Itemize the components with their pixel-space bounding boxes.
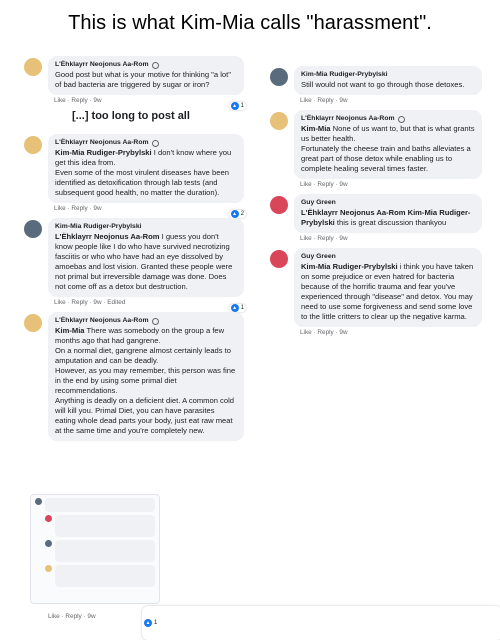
avatar bbox=[45, 515, 52, 522]
comment-text: Kim-Mia Rudiger-Prybylski i think you ha… bbox=[301, 262, 474, 321]
comment-text: Kim-Mia None of us want to, but that is … bbox=[301, 124, 475, 173]
mention-tag[interactable]: Kim-Mia bbox=[55, 326, 85, 335]
avatar[interactable] bbox=[270, 112, 288, 130]
avatar[interactable] bbox=[24, 136, 42, 154]
omitted-note: [...] too long to post all bbox=[72, 110, 190, 122]
avatar[interactable] bbox=[270, 250, 288, 268]
comment-actions[interactable]: Like · Reply · 9w bbox=[54, 97, 244, 104]
page-title: This is what Kim-Mia calls "harassment". bbox=[68, 12, 432, 34]
comment-actions[interactable]: Like · Reply · 9w bbox=[300, 329, 482, 336]
list-item bbox=[35, 498, 155, 512]
comment-actions[interactable]: Like · Reply · 9w bbox=[54, 205, 244, 212]
badge-icon bbox=[151, 61, 159, 69]
comment-author[interactable]: Kim-Mia Rudiger-Prybylski bbox=[55, 222, 237, 232]
like-icon: ▲ bbox=[230, 304, 239, 312]
avatar[interactable] bbox=[270, 196, 288, 214]
comment-author[interactable]: Kim-Mia Rudiger-Prybylski bbox=[301, 70, 475, 80]
comment-3: Kim-Mia Rudiger-Prybylski L'Ëhklayrr Neo… bbox=[24, 218, 246, 312]
comment-bubble: L'Ëhklayrr Neojonus Aa-Rom Kim-Mia There… bbox=[48, 312, 244, 441]
comment-bubble: Kim-Mia Rudiger-Prybylski L'Ëhklayrr Neo… bbox=[48, 218, 244, 297]
comment-1: L'Ëhklayrr Neojonus Aa-Rom Good post but… bbox=[24, 56, 246, 110]
avatar[interactable] bbox=[24, 314, 42, 332]
reaction-count[interactable]: ▲ 1 bbox=[228, 304, 246, 312]
comment-2: L'Ëhklayrr Neojonus Aa-Rom Kim-Mia Rudig… bbox=[24, 134, 246, 218]
comment-bubble: Kim-Mia Rudiger-Prybylski Still would no… bbox=[294, 66, 482, 95]
avatar[interactable] bbox=[24, 220, 42, 238]
comment-bubble: L'Ëhklayrr Neojonus Aa-Rom Kim-Mia None … bbox=[294, 110, 482, 179]
reaction-count[interactable]: ▲ 2 bbox=[228, 210, 246, 218]
avatar bbox=[45, 540, 52, 547]
reaction-count[interactable]: ▲ 1 bbox=[142, 606, 500, 640]
badge-icon bbox=[151, 139, 159, 147]
reply-4: Guy Green Kim-Mia Rudiger-Prybylski i th… bbox=[270, 248, 482, 336]
comment-actions[interactable]: Like · Reply · 9w bbox=[300, 97, 482, 104]
comment-text: Good post but what is your motive for th… bbox=[55, 70, 231, 89]
comment-actions[interactable]: Like · Reply · 9w bbox=[300, 235, 482, 242]
mention-tag[interactable]: L'Ëhklayrr Neojonus Aa-Rom bbox=[55, 232, 159, 241]
comment-text: Still would not want to go through those… bbox=[301, 80, 465, 89]
reply-2: L'Ëhklayrr Neojonus Aa-Rom Kim-Mia None … bbox=[270, 110, 482, 188]
comment-text: L'Ëhklayrr Neojonus Aa-Rom Kim-Mia Rudig… bbox=[301, 208, 471, 227]
comment-bubble: Guy Green Kim-Mia Rudiger-Prybylski i th… bbox=[294, 248, 482, 327]
right-column: Kim-Mia Rudiger-Prybylski Still would no… bbox=[270, 66, 482, 342]
reply-3: Guy Green L'Ëhklayrr Neojonus Aa-Rom Kim… bbox=[270, 194, 482, 242]
avatar[interactable] bbox=[270, 68, 288, 86]
comment-text: L'Ëhklayrr Neojonus Aa-Rom I guess you d… bbox=[55, 232, 233, 291]
mini-bubble bbox=[55, 565, 155, 587]
comment-actions[interactable]: Like · Reply · 9w bbox=[300, 181, 482, 188]
comment-bubble: Guy Green L'Ëhklayrr Neojonus Aa-Rom Kim… bbox=[294, 194, 482, 233]
comment-text: Kim-Mia There was somebody on the group … bbox=[55, 326, 236, 435]
mention-tag[interactable]: Kim-Mia Rudiger-Prybylski bbox=[301, 262, 398, 271]
comment-author[interactable]: Guy Green bbox=[301, 198, 475, 208]
comment-author[interactable]: L'Ëhklayrr Neojonus Aa-Rom bbox=[55, 316, 237, 326]
comment-bubble: L'Ëhklayrr Neojonus Aa-Rom Kim-Mia Rudig… bbox=[48, 134, 244, 203]
mini-bubble bbox=[55, 515, 155, 537]
like-icon: ▲ bbox=[230, 210, 239, 218]
like-icon: ▲ bbox=[230, 102, 239, 110]
list-item bbox=[45, 540, 155, 562]
comment-actions[interactable]: Like · Reply · 9w bbox=[48, 613, 96, 620]
comment-author[interactable]: Guy Green bbox=[301, 252, 475, 262]
mini-bubble bbox=[55, 540, 155, 562]
badge-icon bbox=[397, 115, 405, 123]
reply-1: Kim-Mia Rudiger-Prybylski Still would no… bbox=[270, 66, 482, 104]
mention-tag[interactable]: Kim-Mia bbox=[301, 124, 331, 133]
comment-author[interactable]: L'Ëhklayrr Neojonus Aa-Rom bbox=[55, 138, 237, 148]
mention-tag[interactable]: Kim-Mia Rudiger-Prybylski bbox=[55, 148, 152, 157]
comment-author[interactable]: L'Ëhklayrr Neojonus Aa-Rom bbox=[55, 60, 237, 70]
avatar bbox=[35, 498, 42, 505]
badge-icon bbox=[151, 317, 159, 325]
left-column: L'Ëhklayrr Neojonus Aa-Rom Good post but… bbox=[24, 56, 246, 447]
list-item bbox=[45, 565, 155, 587]
list-item bbox=[45, 515, 155, 537]
reaction-count[interactable]: ▲ 1 bbox=[228, 102, 246, 110]
comment-author[interactable]: L'Ëhklayrr Neojonus Aa-Rom bbox=[301, 114, 475, 124]
comment-bubble: L'Ëhklayrr Neojonus Aa-Rom Good post but… bbox=[48, 56, 244, 95]
avatar[interactable] bbox=[24, 58, 42, 76]
mini-bubble bbox=[45, 498, 155, 512]
comment-text: Kim-Mia Rudiger-Prybylski I don't know w… bbox=[55, 148, 232, 197]
comment-4: L'Ëhklayrr Neojonus Aa-Rom Kim-Mia There… bbox=[24, 312, 244, 441]
avatar bbox=[45, 565, 52, 572]
embedded-thread-thumbnail bbox=[30, 494, 160, 604]
comment-actions[interactable]: Like · Reply · 9w · Edited bbox=[54, 299, 244, 306]
like-icon: ▲ bbox=[144, 619, 152, 627]
